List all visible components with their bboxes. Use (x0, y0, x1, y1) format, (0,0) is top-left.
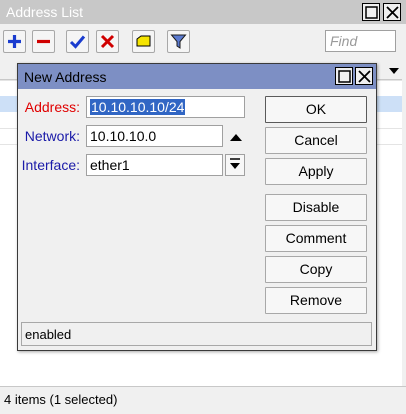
item-count-status: 4 items (1 selected) (4, 392, 118, 407)
minus-icon (37, 39, 50, 44)
note-icon (136, 35, 151, 47)
filter-button[interactable] (167, 30, 190, 53)
column-menu-button[interactable] (386, 60, 402, 80)
apply-button[interactable]: Apply (265, 158, 367, 185)
close-icon (386, 6, 399, 19)
plus-icon (8, 35, 21, 48)
ok-button[interactable]: OK (265, 96, 367, 123)
disable-button[interactable]: Disable (265, 194, 367, 221)
x-icon (100, 34, 115, 49)
comment-button[interactable]: Comment (265, 225, 367, 252)
cancel-button[interactable]: Cancel (265, 127, 367, 154)
interface-label: Interface: (21, 157, 80, 173)
network-value: 10.10.10.0 (90, 128, 157, 144)
add-button[interactable] (3, 30, 26, 53)
maximize-icon (338, 70, 351, 83)
comment-button[interactable] (132, 30, 155, 53)
enable-button[interactable] (66, 30, 89, 53)
chevron-down-icon (389, 68, 399, 74)
dialog-close-button[interactable] (355, 67, 373, 85)
remove-button[interactable] (32, 30, 55, 53)
address-value: 10.10.10.10/24 (90, 99, 186, 115)
interface-dropdown-button[interactable] (225, 154, 245, 176)
collapse-field-button[interactable] (228, 130, 244, 144)
find-input[interactable]: Find (325, 30, 396, 52)
check-icon (69, 35, 86, 49)
maximize-button[interactable] (362, 3, 380, 21)
address-list-title: Address List (6, 4, 84, 20)
close-button[interactable] (383, 3, 401, 21)
close-icon (358, 70, 371, 83)
network-label: Network: (24, 128, 80, 144)
disable-button[interactable] (96, 30, 119, 53)
address-input[interactable]: 10.10.10.10/24 (86, 96, 245, 118)
interface-select[interactable]: ether1 (86, 154, 223, 176)
dialog-maximize-button[interactable] (335, 67, 353, 85)
dialog-status: enabled (21, 322, 372, 346)
remove-button[interactable]: Remove (265, 287, 367, 314)
maximize-icon (365, 6, 378, 19)
triangle-up-icon (230, 134, 242, 141)
filter-icon (170, 34, 187, 49)
address-label: Address: (24, 99, 80, 115)
dialog-title: New Address (24, 69, 107, 85)
network-input[interactable]: 10.10.10.0 (86, 125, 223, 147)
dropdown-arrow-icon (230, 158, 240, 169)
interface-value: ether1 (90, 157, 130, 173)
copy-button[interactable]: Copy (265, 256, 367, 283)
